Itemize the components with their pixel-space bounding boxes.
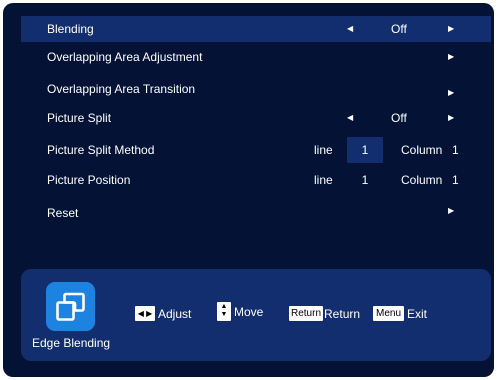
menu-item-label: Overlapping Area Transition <box>47 82 196 96</box>
left-arrow-icon[interactable]: ◀ <box>347 16 353 42</box>
exit-hint-label: Exit <box>407 306 428 321</box>
column-label: Column <box>401 143 443 157</box>
left-right-key-icon: ◀ ▶ <box>135 306 155 322</box>
column-value[interactable]: 1 <box>452 137 459 163</box>
menu-item-picture-split-method[interactable]: Picture Split Method line 1 Column 1 <box>21 137 491 163</box>
menu-item-value: Off <box>391 111 407 125</box>
right-arrow-icon[interactable]: ▶ <box>448 16 454 42</box>
menu-item-label: Overlapping Area Adjustment <box>47 50 203 64</box>
menu-item-label: Reset <box>47 206 79 220</box>
right-arrow-icon[interactable]: ▶ <box>448 80 454 106</box>
menu-item-label: Blending <box>47 22 94 36</box>
menu-item-label: Picture Split <box>47 111 112 125</box>
line-value[interactable]: 1 <box>347 167 383 193</box>
menu-item-overlapping-area-transition[interactable]: Overlapping Area Transition ▶ <box>21 76 491 102</box>
adjust-hint: ◀ ▶ Adjust <box>135 305 191 322</box>
menu-item-value: Off <box>391 22 407 36</box>
left-arrow-icon[interactable]: ◀ <box>347 105 353 131</box>
up-down-key-icon: ▲ ▼ <box>217 302 231 321</box>
line-value-field[interactable]: 1 <box>347 137 383 163</box>
move-hint-label: Move <box>234 304 264 319</box>
edge-blending-icon <box>46 282 95 331</box>
menu-item-blending[interactable]: Blending ◀ Off ▶ <box>21 16 491 42</box>
return-key-badge: Return <box>289 306 324 322</box>
move-hint: ▲ ▼ Move <box>217 302 263 321</box>
menu-item-reset[interactable]: Reset ▶ <box>21 200 491 226</box>
menu-item-overlapping-area-adjustment[interactable]: Overlapping Area Adjustment ▶ <box>21 44 491 70</box>
osd-screen: Blending ◀ Off ▶ Overlapping Area Adjust… <box>3 3 494 377</box>
app-name-label: Edge Blending <box>32 336 111 350</box>
return-hint: Return Return <box>289 305 360 322</box>
column-label: Column <box>401 173 443 187</box>
adjust-hint-label: Adjust <box>158 306 192 321</box>
footer-panel: Edge Blending ◀ ▶ Adjust ▲ ▼ Move Return Ret… <box>21 269 491 361</box>
right-arrow-icon[interactable]: ▶ <box>448 105 454 131</box>
menu-item-picture-position[interactable]: Picture Position line 1 Column 1 <box>21 167 491 193</box>
column-value[interactable]: 1 <box>452 167 459 193</box>
right-arrow-icon[interactable]: ▶ <box>448 198 454 224</box>
exit-hint: Menu Exit <box>373 305 427 322</box>
line-label: line <box>314 143 333 157</box>
right-arrow-icon[interactable]: ▶ <box>448 44 454 70</box>
menu-item-picture-split[interactable]: Picture Split ◀ Off ▶ <box>21 105 491 131</box>
menu-item-label: Picture Position <box>47 173 131 187</box>
line-label: line <box>314 173 333 187</box>
menu-key-badge: Menu <box>373 306 405 322</box>
menu-item-label: Picture Split Method <box>47 143 155 157</box>
return-hint-label: Return <box>324 306 361 321</box>
